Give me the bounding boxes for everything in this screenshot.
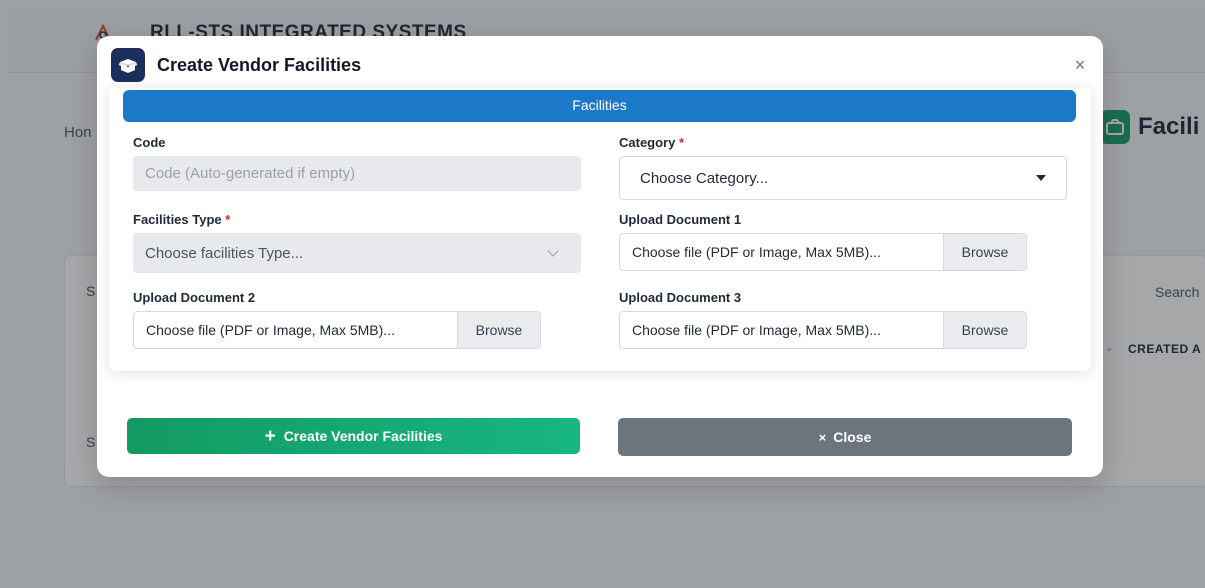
file-placeholder[interactable]: Choose file (PDF or Image, Max 5MB)... (620, 312, 943, 348)
create-vendor-facilities-modal: Create Vendor Facilities × Facilities Co… (97, 36, 1103, 477)
category-select-value: Choose Category... (640, 169, 769, 187)
browse-button[interactable]: Browse (943, 234, 1026, 270)
facilities-section: Facilities Code Code (Auto-generated if … (109, 88, 1091, 371)
browse-button[interactable]: Browse (943, 312, 1026, 348)
browse-button[interactable]: Browse (457, 312, 540, 348)
upload-document-3-label: Upload Document 3 (619, 290, 742, 305)
close-icon[interactable]: × (1071, 56, 1089, 74)
upload-document-2-input[interactable]: Choose file (PDF or Image, Max 5MB)... B… (133, 311, 541, 349)
create-vendor-facilities-button[interactable]: + Create Vendor Facilities (127, 418, 580, 454)
facilities-type-select-value: Choose facilities Type... (145, 244, 304, 262)
close-button[interactable]: × Close (618, 418, 1072, 456)
category-select[interactable]: Choose Category... (619, 156, 1067, 200)
required-mark: * (678, 135, 685, 150)
facilities-type-label: Facilities Type * (133, 212, 231, 227)
category-label: Category * (619, 135, 685, 150)
upload-document-1-label: Upload Document 1 (619, 212, 742, 227)
upload-document-1-input[interactable]: Choose file (PDF or Image, Max 5MB)... B… (619, 233, 1027, 271)
chevron-down-icon (547, 245, 559, 257)
file-placeholder[interactable]: Choose file (PDF or Image, Max 5MB)... (134, 312, 457, 348)
modal-title: Create Vendor Facilities (157, 54, 362, 75)
required-mark: * (225, 212, 231, 227)
close-button-label: Close (833, 429, 872, 445)
facilities-type-select[interactable]: Choose facilities Type... (133, 233, 581, 273)
caret-down-icon (1036, 175, 1046, 181)
modal-header: Create Vendor Facilities (111, 48, 361, 82)
box-open-icon (111, 48, 145, 82)
create-button-label: Create Vendor Facilities (283, 428, 443, 444)
upload-document-2-label: Upload Document 2 (133, 290, 256, 305)
file-placeholder[interactable]: Choose file (PDF or Image, Max 5MB)... (620, 234, 943, 270)
code-input[interactable]: Code (Auto-generated if empty) (133, 156, 581, 191)
close-x-icon: × (818, 429, 827, 445)
plus-icon: + (264, 425, 276, 447)
section-header: Facilities (123, 90, 1076, 122)
upload-document-3-input[interactable]: Choose file (PDF or Image, Max 5MB)... B… (619, 311, 1027, 349)
code-label: Code (133, 135, 166, 150)
